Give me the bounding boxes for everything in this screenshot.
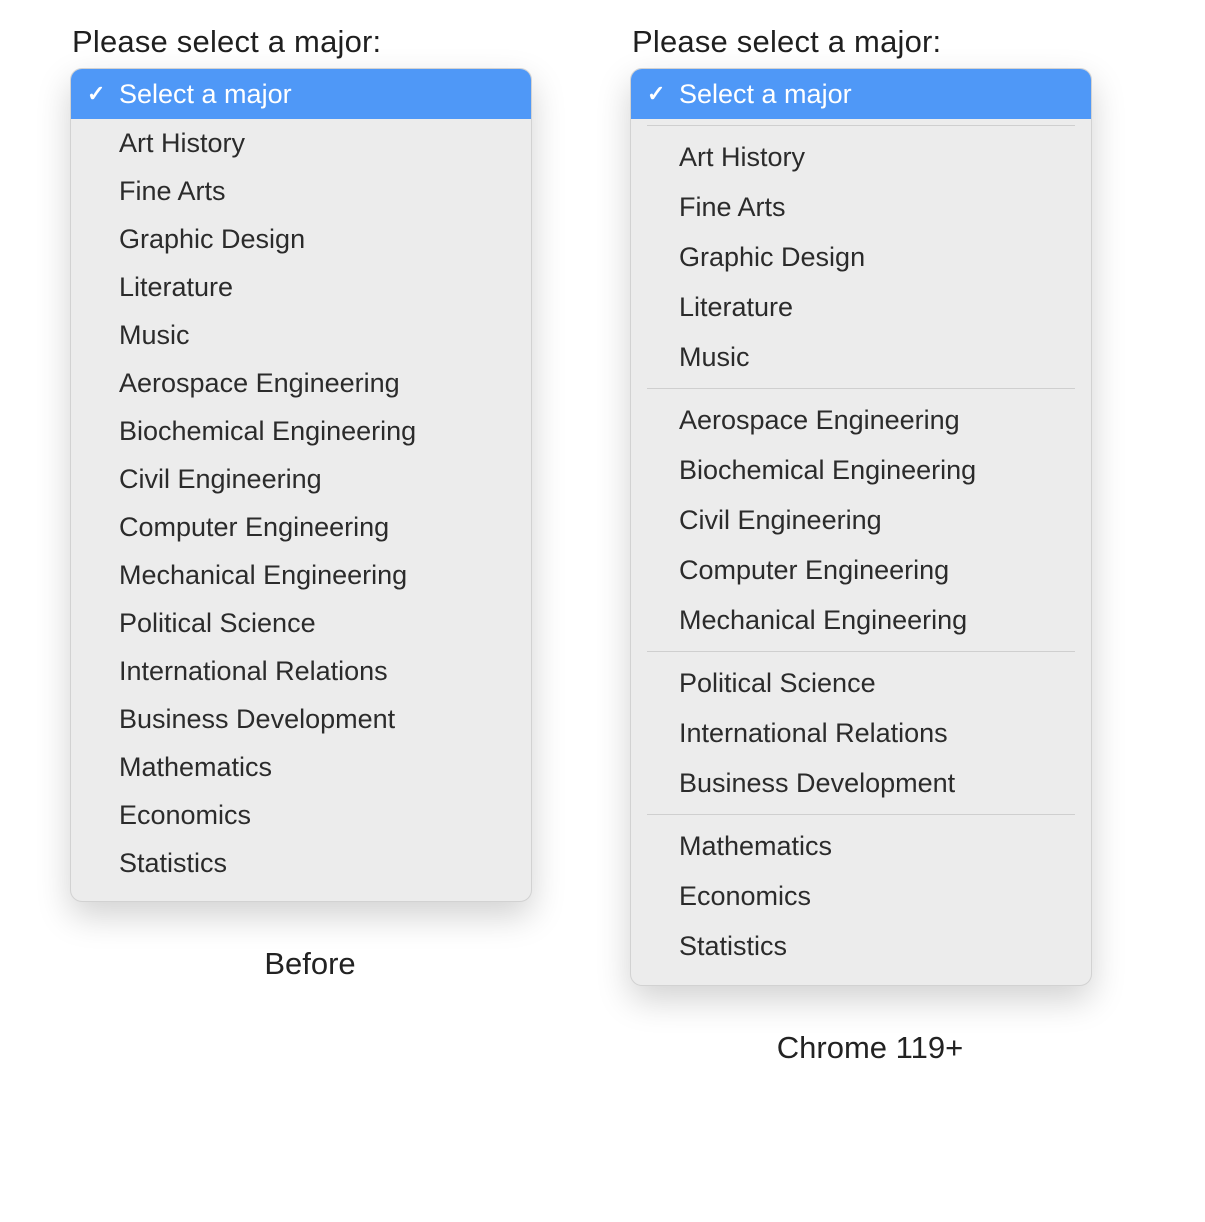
- select-label: Please select a major:: [632, 24, 1110, 60]
- option-label: Biochemical Engineering: [679, 455, 1073, 486]
- select-option[interactable]: ✓Mathematics: [71, 743, 531, 791]
- select-option[interactable]: ✓International Relations: [71, 647, 531, 695]
- select-option[interactable]: ✓Art History: [71, 119, 531, 167]
- select-popup-after[interactable]: ✓ Select a major ✓Art History✓Fine Arts✓…: [630, 68, 1092, 986]
- select-option[interactable]: ✓Biochemical Engineering: [631, 445, 1091, 495]
- option-label: Graphic Design: [679, 242, 1073, 273]
- option-label: Fine Arts: [119, 176, 513, 207]
- select-option[interactable]: ✓Aerospace Engineering: [631, 395, 1091, 445]
- select-option[interactable]: ✓Fine Arts: [631, 182, 1091, 232]
- select-option[interactable]: ✓Literature: [71, 263, 531, 311]
- select-option-placeholder[interactable]: ✓ Select a major: [631, 69, 1091, 119]
- select-option[interactable]: ✓Fine Arts: [71, 167, 531, 215]
- option-label: Music: [119, 320, 513, 351]
- select-option[interactable]: ✓Mathematics: [631, 821, 1091, 871]
- option-label: Aerospace Engineering: [119, 368, 513, 399]
- select-option[interactable]: ✓Art History: [631, 132, 1091, 182]
- select-option[interactable]: ✓International Relations: [631, 708, 1091, 758]
- select-option[interactable]: ✓Statistics: [71, 839, 531, 887]
- select-option[interactable]: ✓Mechanical Engineering: [631, 595, 1091, 645]
- option-label: Literature: [119, 272, 513, 303]
- select-option[interactable]: ✓Graphic Design: [631, 232, 1091, 282]
- option-label: Business Development: [119, 704, 513, 735]
- group-divider: [647, 814, 1075, 815]
- select-option[interactable]: ✓Music: [71, 311, 531, 359]
- option-label: International Relations: [119, 656, 513, 687]
- option-label: Biochemical Engineering: [119, 416, 513, 447]
- comparison-page: Please select a major: ✓ Select a major …: [0, 0, 1205, 1106]
- option-label: Select a major: [119, 79, 513, 110]
- checkmark-icon: ✓: [647, 81, 679, 107]
- option-label: Mathematics: [679, 831, 1073, 862]
- option-label: Select a major: [679, 79, 1073, 110]
- option-label: Civil Engineering: [679, 505, 1073, 536]
- caption-before: Before: [70, 946, 550, 982]
- option-label: Economics: [119, 800, 513, 831]
- select-option[interactable]: ✓Graphic Design: [71, 215, 531, 263]
- after-column: Please select a major: ✓ Select a major …: [630, 24, 1110, 1066]
- select-option[interactable]: ✓Economics: [71, 791, 531, 839]
- select-option[interactable]: ✓Mechanical Engineering: [71, 551, 531, 599]
- group-divider: [647, 388, 1075, 389]
- option-label: Computer Engineering: [679, 555, 1073, 586]
- select-option[interactable]: ✓Biochemical Engineering: [71, 407, 531, 455]
- select-option[interactable]: ✓Computer Engineering: [631, 545, 1091, 595]
- option-label: Mechanical Engineering: [119, 560, 513, 591]
- before-column: Please select a major: ✓ Select a major …: [70, 24, 550, 982]
- option-label: Political Science: [119, 608, 513, 639]
- option-label: Business Development: [679, 768, 1073, 799]
- select-option[interactable]: ✓Computer Engineering: [71, 503, 531, 551]
- select-option[interactable]: ✓Economics: [631, 871, 1091, 921]
- option-label: Economics: [679, 881, 1073, 912]
- option-label: Aerospace Engineering: [679, 405, 1073, 436]
- select-popup-before[interactable]: ✓ Select a major ✓Art History✓Fine Arts✓…: [70, 68, 532, 902]
- select-option[interactable]: ✓Statistics: [631, 921, 1091, 971]
- option-label: Art History: [679, 142, 1073, 173]
- option-label: Civil Engineering: [119, 464, 513, 495]
- option-label: Political Science: [679, 668, 1073, 699]
- select-option-placeholder[interactable]: ✓ Select a major: [71, 69, 531, 119]
- select-option[interactable]: ✓Political Science: [71, 599, 531, 647]
- select-option[interactable]: ✓Aerospace Engineering: [71, 359, 531, 407]
- option-label: Literature: [679, 292, 1073, 323]
- select-option[interactable]: ✓Business Development: [631, 758, 1091, 808]
- checkmark-icon: ✓: [87, 81, 119, 107]
- caption-after: Chrome 119+: [630, 1030, 1110, 1066]
- select-option[interactable]: ✓Literature: [631, 282, 1091, 332]
- option-label: Computer Engineering: [119, 512, 513, 543]
- option-label: Graphic Design: [119, 224, 513, 255]
- group-divider: [647, 651, 1075, 652]
- option-label: International Relations: [679, 718, 1073, 749]
- option-label: Statistics: [119, 848, 513, 879]
- select-option[interactable]: ✓Political Science: [631, 658, 1091, 708]
- select-option[interactable]: ✓Business Development: [71, 695, 531, 743]
- group-divider: [647, 125, 1075, 126]
- option-label: Art History: [119, 128, 513, 159]
- option-label: Mechanical Engineering: [679, 605, 1073, 636]
- option-label: Fine Arts: [679, 192, 1073, 223]
- option-label: Mathematics: [119, 752, 513, 783]
- select-option[interactable]: ✓Music: [631, 332, 1091, 382]
- option-label: Music: [679, 342, 1073, 373]
- select-option[interactable]: ✓Civil Engineering: [631, 495, 1091, 545]
- select-option[interactable]: ✓Civil Engineering: [71, 455, 531, 503]
- option-label: Statistics: [679, 931, 1073, 962]
- select-label: Please select a major:: [72, 24, 550, 60]
